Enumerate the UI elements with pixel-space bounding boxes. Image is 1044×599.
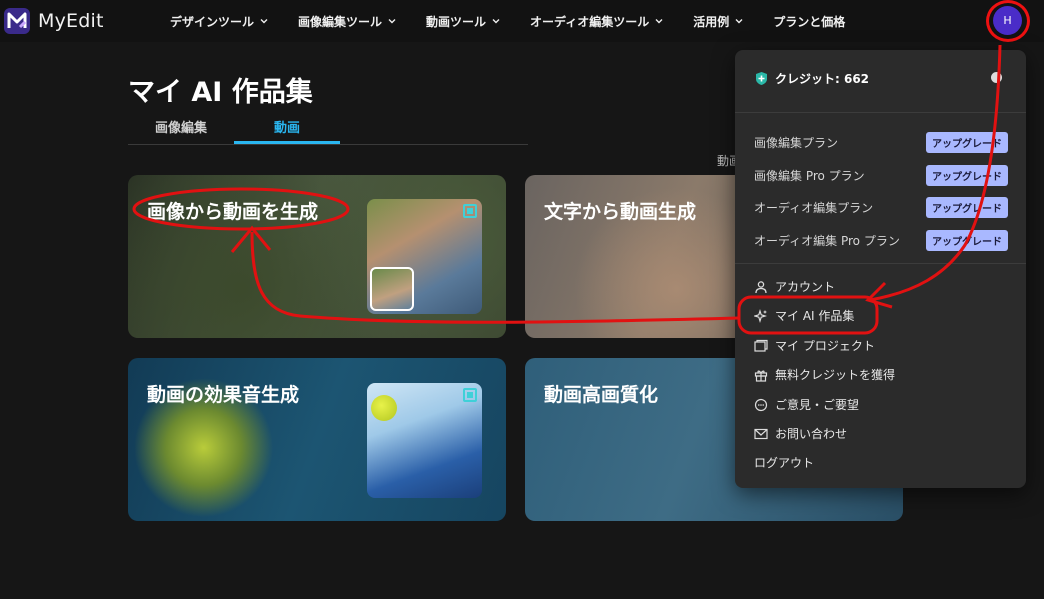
upgrade-button[interactable]: アップグレード	[926, 229, 1008, 251]
menu-item-account[interactable]: アカウント	[754, 278, 835, 295]
nav-design-tools[interactable]: デザインツール	[170, 13, 268, 30]
upgrade-button[interactable]: アップグレード	[926, 131, 1008, 153]
nav-video-tools[interactable]: 動画ツール	[426, 13, 500, 30]
plan-row-audio-pro: オーディオ編集 Pro プラン アップグレード	[754, 229, 1008, 251]
upgrade-button[interactable]: アップグレード	[926, 196, 1008, 218]
video-frame-icon	[463, 204, 477, 218]
menu-item-label: アカウント	[775, 280, 836, 294]
myedit-logo[interactable]: MyEdit	[4, 8, 104, 34]
card-video-sound-effect[interactable]: 動画の効果音生成	[128, 358, 506, 521]
divider	[735, 112, 1026, 113]
main-nav: デザインツール 画像編集ツール 動画ツール オーディオ編集ツール 活用例 プラン…	[170, 0, 875, 42]
plan-label: オーディオ編集 Pro プラン	[754, 233, 900, 248]
tennis-ball-image	[371, 395, 397, 421]
plan-label: オーディオ編集プラン	[754, 200, 874, 215]
chevron-down-icon	[260, 19, 268, 24]
tab-image-edit[interactable]: 画像編集	[155, 117, 207, 136]
card-title: 動画高画質化	[544, 384, 659, 406]
nav-use-cases[interactable]: 活用例	[693, 13, 743, 30]
nav-label: 動画ツール	[426, 14, 487, 29]
menu-item-my-projects[interactable]: マイ プロジェクト	[754, 337, 875, 354]
menu-item-label: 無料クレジットを獲得	[775, 368, 896, 382]
video-frame-icon	[463, 388, 477, 402]
sparkle-icon	[754, 308, 767, 323]
card-title: 文字から動画生成	[544, 201, 697, 223]
divider	[735, 263, 1026, 264]
user-avatar-button[interactable]: H	[993, 6, 1022, 35]
folder-icon	[754, 339, 768, 352]
menu-item-label: お問い合わせ	[775, 427, 848, 441]
menu-item-my-ai-works[interactable]: マイ AI 作品集	[754, 307, 854, 324]
plan-row-image: 画像編集プラン アップグレード	[754, 131, 1008, 153]
tab-video[interactable]: 動画	[274, 117, 300, 136]
chevron-down-icon	[735, 19, 743, 24]
source-image-thumbnail	[370, 267, 414, 311]
gift-icon	[754, 370, 768, 382]
menu-item-free-credits[interactable]: 無料クレジットを獲得	[754, 366, 895, 383]
mail-icon	[754, 428, 768, 439]
plan-label: 画像編集プラン	[754, 135, 839, 150]
logo-icon	[4, 8, 30, 34]
nav-audio-tools[interactable]: オーディオ編集ツール	[530, 13, 663, 30]
plan-row-image-pro: 画像編集 Pro プラン アップグレード	[754, 164, 1008, 186]
chevron-down-icon	[655, 19, 663, 24]
app-name: MyEdit	[38, 10, 104, 32]
page-title: マイ AI 作品集	[128, 77, 313, 108]
credits-row: クレジット: 662	[754, 70, 869, 87]
upgrade-button[interactable]: アップグレード	[926, 164, 1008, 186]
chat-icon	[754, 398, 768, 411]
plan-row-audio: オーディオ編集プラン アップグレード	[754, 196, 1008, 218]
nav-label: 画像編集ツール	[298, 14, 383, 29]
nav-label: 活用例	[693, 14, 730, 29]
user-dropdown-menu: クレジット: 662 画像編集プラン アップグレード 画像編集 Pro プラン …	[735, 50, 1026, 488]
chevron-down-icon	[388, 19, 396, 24]
plan-label: 画像編集 Pro プラン	[754, 168, 865, 183]
nav-pricing[interactable]: プランと価格	[773, 13, 845, 30]
top-nav: MyEdit デザインツール 画像編集ツール 動画ツール オーディオ編集ツール …	[0, 0, 1044, 42]
menu-item-label: マイ AI 作品集	[775, 309, 855, 323]
menu-item-label: ログアウト	[754, 456, 815, 470]
chevron-down-icon	[492, 19, 500, 24]
credit-shield-icon	[756, 72, 767, 85]
nav-image-tools[interactable]: 画像編集ツール	[298, 13, 396, 30]
card-thumbnail	[367, 383, 482, 498]
card-thumbnail	[367, 199, 482, 314]
menu-item-label: ご意見・ご要望	[775, 398, 860, 412]
menu-item-logout[interactable]: ログアウト	[754, 454, 814, 471]
nav-label: デザインツール	[170, 14, 255, 29]
avatar-initial: H	[1003, 14, 1012, 27]
menu-item-feedback[interactable]: ご意見・ご要望	[754, 396, 859, 413]
info-icon[interactable]	[991, 72, 1002, 83]
menu-item-label: マイ プロジェクト	[775, 339, 875, 353]
card-title: 画像から動画を生成	[147, 201, 319, 223]
active-tab-indicator	[234, 141, 340, 144]
menu-item-contact[interactable]: お問い合わせ	[754, 425, 847, 442]
card-title: 動画の効果音生成	[147, 384, 300, 406]
nav-label: オーディオ編集ツール	[530, 14, 650, 29]
nav-label: プランと価格	[773, 14, 846, 29]
credits-value: クレジット: 662	[775, 72, 870, 86]
card-image-to-video[interactable]: 画像から動画を生成	[128, 175, 506, 338]
tab-bar: 画像編集 動画	[128, 114, 528, 145]
user-icon	[755, 280, 767, 293]
